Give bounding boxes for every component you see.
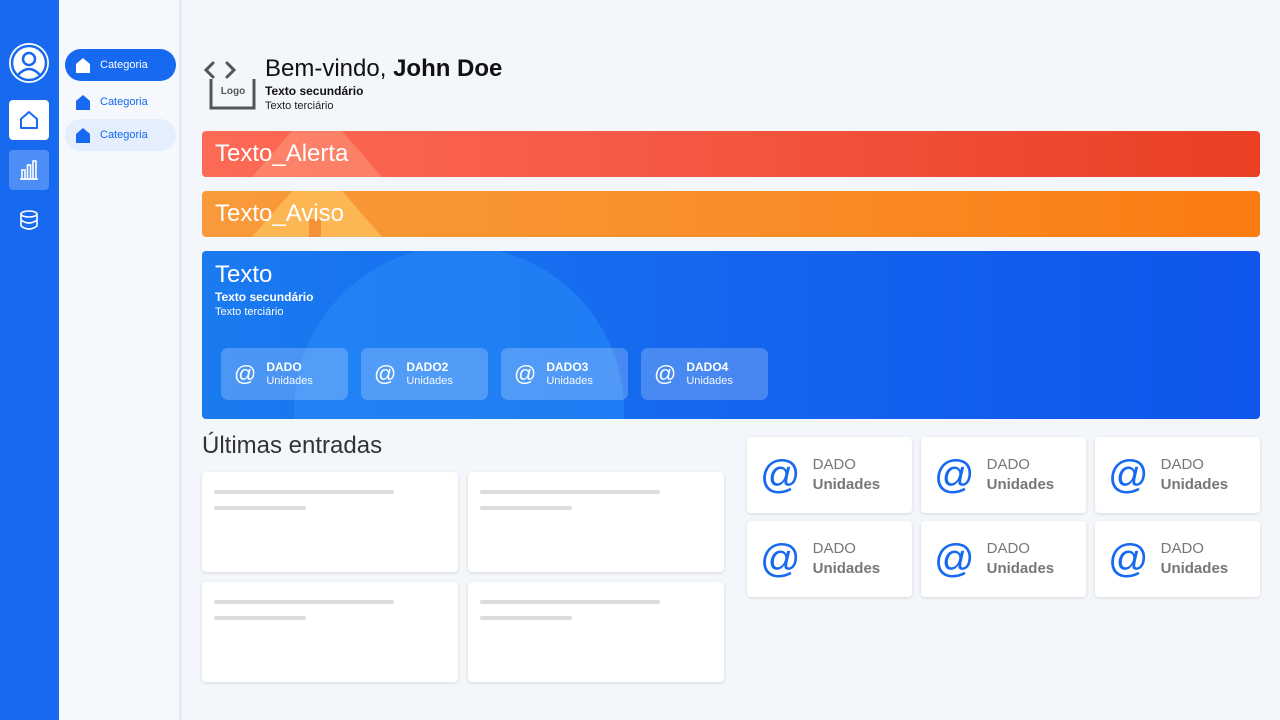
stat-unit: Unidades [986, 560, 1055, 577]
header-secondary-text: Texto secundário [265, 84, 364, 98]
chip-value: DADO [266, 360, 302, 374]
logo: Logo [203, 57, 257, 111]
header-tertiary-text: Texto terciário [265, 100, 334, 112]
bar-chart-icon [20, 160, 38, 180]
at-sign-icon: @ [514, 361, 537, 386]
entry-card[interactable] [468, 582, 724, 682]
stat-unit: Unidades [986, 476, 1055, 493]
hero-card: Texto Texto secundário Texto terciário @… [202, 251, 1260, 419]
at-sign-icon: @ [374, 361, 397, 386]
stat-unit: Unidades [1160, 476, 1229, 493]
stat-unit: Unidades [812, 476, 881, 493]
at-sign-icon: @ [934, 453, 975, 497]
stat-value: DADO [986, 540, 1030, 557]
skeleton-line [480, 506, 572, 510]
stat-value: DADO [812, 456, 856, 473]
entry-card[interactable] [202, 472, 458, 572]
icon-rail [0, 0, 59, 720]
warning-banner: Texto_Aviso [202, 191, 1260, 237]
stat-card[interactable]: @ DADO Unidades [747, 521, 912, 597]
stat-value: DADO [986, 456, 1030, 473]
skeleton-line [480, 490, 660, 494]
home-icon [20, 111, 38, 129]
logo-text: Logo [221, 86, 245, 97]
stat-value: DADO [1160, 456, 1204, 473]
skeleton-line [214, 490, 394, 494]
at-sign-icon: @ [934, 537, 975, 581]
alert-text: Texto_Alerta [215, 140, 349, 167]
entry-card[interactable] [468, 472, 724, 572]
at-sign-icon: @ [654, 361, 677, 386]
nav-item-categoria-1[interactable]: Categoria [65, 49, 176, 81]
house-icon [76, 57, 90, 73]
latest-entries-title: Últimas entradas [202, 432, 383, 459]
nav-item-label: Categoria [100, 96, 148, 108]
stat-value: DADO [1160, 540, 1204, 557]
user-avatar-icon[interactable] [9, 43, 49, 83]
at-sign-icon: @ [234, 361, 257, 386]
greeting-prefix: Bem-vindo, [265, 55, 394, 82]
rail-home-button[interactable] [9, 100, 49, 140]
data-chip[interactable]: @ DADO3 Unidades [501, 348, 628, 400]
warning-text: Texto_Aviso [215, 200, 344, 227]
entry-card[interactable] [202, 582, 458, 682]
rail-database-button[interactable] [9, 200, 49, 240]
chip-unit: Unidades [406, 375, 453, 387]
stat-card[interactable]: @ DADO Unidades [921, 437, 1086, 513]
house-icon [76, 127, 90, 143]
database-icon [20, 210, 38, 230]
skeleton-line [214, 506, 306, 510]
chip-value: DADO4 [686, 360, 729, 374]
nav-item-label: Categoria [100, 59, 148, 71]
chip-value: DADO2 [406, 360, 449, 374]
skeleton-line [480, 600, 660, 604]
rail-chart-button[interactable] [9, 150, 49, 190]
chip-value: DADO3 [546, 360, 589, 374]
chip-unit: Unidades [686, 375, 733, 387]
skeleton-line [214, 600, 394, 604]
at-sign-icon: @ [760, 453, 801, 497]
stat-card[interactable]: @ DADO Unidades [1095, 521, 1260, 597]
hero-secondary: Texto secundário [215, 290, 314, 304]
data-chip[interactable]: @ DADO Unidades [221, 348, 348, 400]
stat-card[interactable]: @ DADO Unidades [921, 521, 1086, 597]
chip-unit: Unidades [266, 375, 313, 387]
stat-card[interactable]: @ DADO Unidades [747, 437, 912, 513]
at-sign-icon: @ [1108, 453, 1149, 497]
stat-unit: Unidades [1160, 560, 1229, 577]
at-sign-icon: @ [1108, 537, 1149, 581]
data-chip[interactable]: @ DADO4 Unidades [641, 348, 768, 400]
hero-title: Texto [215, 261, 273, 288]
nav-item-categoria-2[interactable]: Categoria [65, 86, 176, 118]
stat-value: DADO [812, 540, 856, 557]
house-icon [76, 94, 90, 110]
welcome-heading: Bem-vindo, John Doe [265, 55, 502, 83]
hero-tertiary: Texto terciário [215, 306, 284, 318]
data-chip[interactable]: @ DADO2 Unidades [361, 348, 488, 400]
stat-card[interactable]: @ DADO Unidades [1095, 437, 1260, 513]
skeleton-line [480, 616, 572, 620]
category-nav: Categoria Categoria Categoria [59, 0, 182, 720]
alert-banner: Texto_Alerta [202, 131, 1260, 177]
user-name: John Doe [393, 55, 503, 82]
skeleton-line [214, 616, 306, 620]
nav-item-label: Categoria [100, 129, 148, 141]
at-sign-icon: @ [760, 537, 801, 581]
nav-item-categoria-3[interactable]: Categoria [65, 119, 176, 151]
stat-unit: Unidades [812, 560, 881, 577]
chip-unit: Unidades [546, 375, 593, 387]
